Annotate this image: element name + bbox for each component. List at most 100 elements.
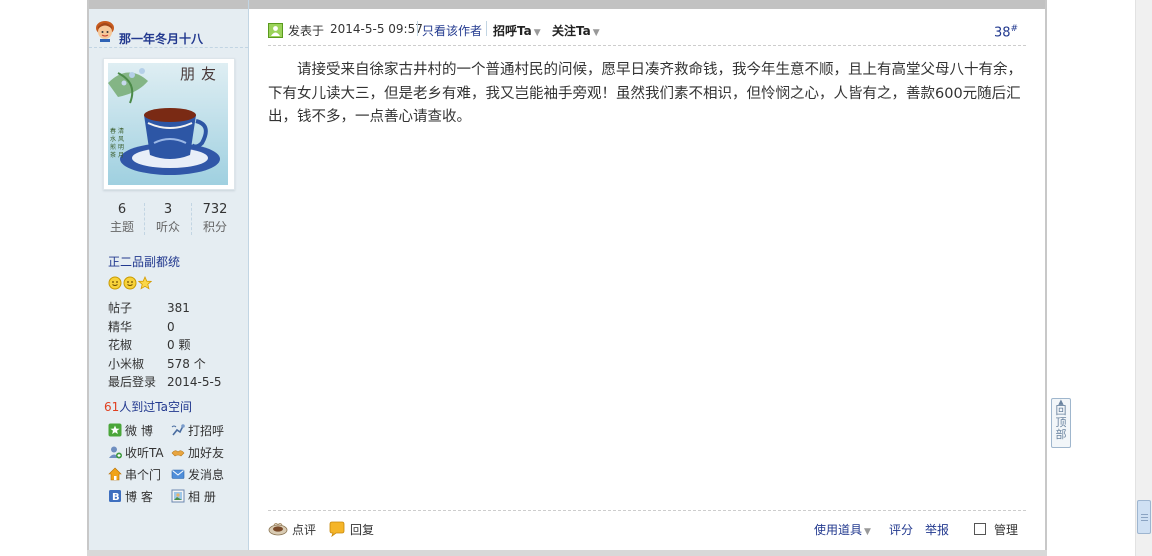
svg-text:水: 水 [110,135,116,143]
stat-topics[interactable]: 6 主题 [99,201,145,237]
sun-icon [123,276,137,293]
vertical-scrollbar[interactable] [1135,0,1152,556]
username-link[interactable]: 那一年冬月十八 [119,30,203,47]
post-content: 请接受来自徐家古井村的一个普通村民的问候，愿早日凑齐救命钱，我今年生意不顺，且上… [268,62,1022,125]
stat-value: 3 [163,202,173,217]
album-icon [171,489,185,503]
comment-icon [268,521,288,540]
svg-text:B: B [112,492,120,503]
user-stats: 6 主题 3 听众 732 积分 [99,201,239,237]
follow-ta-dropdown[interactable]: 关注Ta ▼ [552,22,600,39]
user-face-icon [95,20,115,42]
report-link[interactable]: 举报 [925,521,949,538]
home-icon [108,467,122,481]
info-row-digest: 精华 0 [108,318,248,337]
rate-link[interactable]: 评分 [889,521,913,538]
message-icon [171,467,185,481]
action-weibo[interactable]: 微 博 [108,422,153,440]
info-value: 0 [167,319,175,334]
info-key: 花椒 [108,338,133,352]
action-add-friend[interactable]: 加好友 [171,444,224,462]
chevron-down-icon: ▼ [592,28,600,38]
action-label: 串个门 [125,468,162,482]
follow-label: 关注Ta [552,24,591,38]
svg-text:茶: 茶 [110,151,116,159]
greet-ta-dropdown[interactable]: 招呼Ta ▼ [493,22,541,39]
action-label: 微 博 [125,424,153,438]
action-visit-home[interactable]: 串个门 [108,466,161,484]
scroll-grip-line [1141,520,1148,521]
action-album[interactable]: 相 册 [171,488,216,506]
action-follow[interactable]: 收听TA [108,444,164,462]
back-to-top-button[interactable]: ▲ 回顶部 [1051,398,1071,448]
info-key: 小米椒 [108,356,145,371]
svg-text:春: 春 [110,127,116,135]
reply-button[interactable]: 回复 [328,521,374,540]
header-separator [417,21,418,36]
action-label: 相 册 [188,490,216,504]
action-label: 发消息 [188,468,225,482]
chevron-down-icon: ▼ [533,28,541,38]
star-icon [137,275,153,293]
post-top-bar [249,0,1045,9]
reply-label: 回复 [350,523,375,537]
post-time: 2014-5-5 09:57 [330,22,423,36]
manage-label: 管理 [994,523,1019,537]
manage-checkbox[interactable] [974,523,986,535]
use-tools-dropdown[interactable]: 使用道具 ▼ [814,521,871,538]
back-to-top-label: 回顶部 [1055,404,1067,441]
page-frame-bottom [87,550,1047,556]
stat-label: 主题 [109,220,134,234]
user-rank-link[interactable]: 正二品副都统 [108,253,180,270]
info-row-pepper: 花椒 0 颗 [108,336,248,355]
action-send-message[interactable]: 发消息 [171,466,224,484]
posted-label: 发表于 [288,24,325,38]
blog-icon: B [108,489,122,503]
info-value: 578 个 [167,356,206,371]
scroll-grip-line [1141,517,1148,518]
floor-number-link[interactable]: 38# [994,24,1018,40]
sun-icon [108,276,122,293]
only-author-link[interactable]: 只看该作者 [422,22,482,39]
info-row-last-login: 最后登录 2014-5-5 [108,373,248,392]
stat-label: 积分 [202,220,227,234]
svg-text:风: 风 [118,136,124,143]
stat-listeners[interactable]: 3 听众 [145,201,191,237]
post-header-divider [268,45,1026,46]
action-blog[interactable]: B博 客 [108,488,153,506]
action-greet[interactable]: 打招呼 [171,422,224,440]
stat-value: 732 [202,202,228,217]
post-footer-divider [268,510,1026,511]
action-label: 打招呼 [188,424,225,438]
manage-toggle[interactable]: 管理 [974,521,1018,538]
follow-icon [108,445,122,459]
visitor-count: 61 [104,400,120,414]
space-visitors-link[interactable]: 61人到过Ta空间 [104,398,192,415]
avatar-caption: 朋友 [180,65,223,83]
header-separator [486,21,487,36]
avatar[interactable]: 春水煎 茶 清风 明月 朋友 [103,58,235,190]
action-label: 加好友 [188,446,225,460]
stat-points[interactable]: 732 积分 [192,201,238,237]
add-friend-icon [171,445,185,459]
floor-suffix: # [1010,24,1019,34]
greet-icon [171,423,185,437]
tools-label: 使用道具 [814,523,863,537]
rank-icons [108,275,153,293]
scrollbar-thumb[interactable] [1137,500,1151,534]
page-frame-right [1045,0,1047,556]
username-row: 那一年冬月十八 [95,20,245,46]
sidebar-top-bar [89,0,248,9]
reply-icon [328,521,346,540]
weibo-icon [108,423,122,437]
scroll-grip-line [1141,514,1148,515]
stat-label: 听众 [155,220,180,234]
svg-text:明: 明 [118,144,124,151]
comment-label: 点评 [292,523,317,537]
comment-button[interactable]: 点评 [268,521,316,540]
post-footer: 点评 回复 使用道具 ▼ 评分 举报 管理 [268,520,1028,540]
info-row-millet-pepper: 小米椒 578 个 [108,355,248,374]
info-key: 帖子 [108,301,133,315]
info-key: 精华 [108,319,133,334]
greet-label: 招呼Ta [493,24,532,38]
